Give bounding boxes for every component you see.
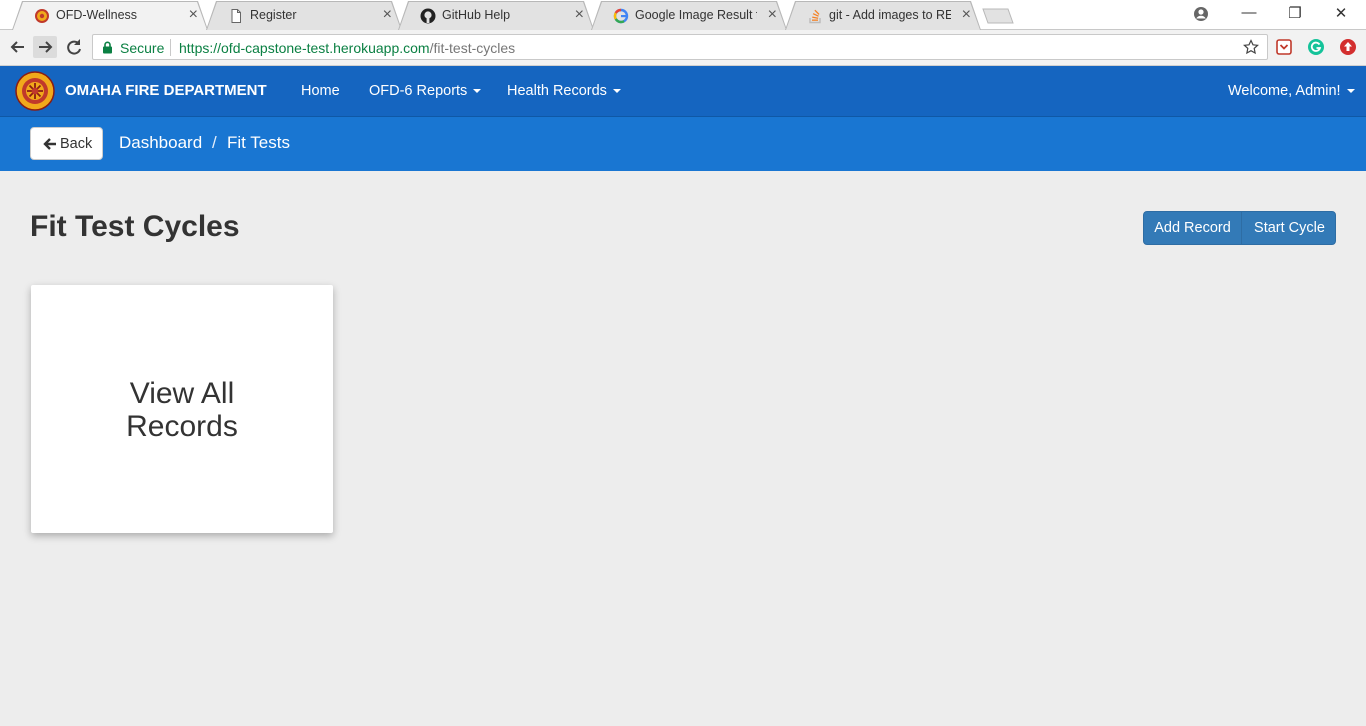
browser-tab-stackoverflow[interactable]: git - Add images to READ ×: [785, 1, 981, 30]
card-label-line1: View All: [129, 377, 235, 410]
window-restore-button[interactable]: ❐: [1283, 4, 1307, 24]
new-tab-button[interactable]: [982, 8, 1014, 24]
nav-health-label: Health Records: [507, 83, 607, 99]
tab-title: GitHub Help: [442, 8, 511, 22]
breadcrumb-fit-tests: Fit Tests: [227, 133, 290, 152]
github-icon: [420, 8, 436, 24]
reload-icon[interactable]: [62, 36, 86, 58]
address-divider: [170, 39, 171, 56]
pocket-extension-icon[interactable]: [1275, 38, 1293, 56]
card-label: View All Records: [31, 377, 333, 443]
tab-close-icon[interactable]: ×: [768, 6, 777, 24]
view-all-records-card[interactable]: View All Records: [31, 285, 333, 533]
stackoverflow-icon: [809, 9, 821, 24]
user-menu-label: Welcome, Admin!: [1228, 83, 1341, 99]
url-host: https://ofd-capstone-test.herokuapp.com: [179, 40, 430, 56]
bookmark-star-icon[interactable]: [1243, 39, 1259, 55]
browser-tab-google-image[interactable]: Google Image Result for ×: [591, 1, 787, 30]
caret-down-icon: [473, 89, 482, 94]
tab-close-icon[interactable]: ×: [575, 6, 584, 24]
user-menu-dropdown[interactable]: Welcome, Admin!: [1228, 83, 1355, 99]
breadcrumb-separator: /: [212, 133, 217, 152]
forward-arrow-icon[interactable]: [33, 36, 57, 58]
tab-title: Register: [250, 8, 297, 22]
card-label-line2: Records: [126, 410, 238, 443]
nav-reports-label: OFD-6 Reports: [369, 83, 468, 99]
app-navbar: OMAHA FIRE DEPARTMENT Home OFD-6 Reports…: [0, 66, 1366, 117]
url-path: /fit-test-cycles: [429, 40, 516, 56]
breadcrumb-dashboard[interactable]: Dashboard: [119, 133, 202, 153]
tab-close-icon[interactable]: ×: [383, 6, 392, 24]
add-record-button[interactable]: Add Record: [1144, 212, 1242, 244]
tab-close-icon[interactable]: ×: [189, 6, 198, 24]
secure-label: Secure: [120, 40, 165, 56]
url-text: https://ofd-capstone-test.herokuapp.com/…: [179, 40, 515, 56]
browser-tab-github-help[interactable]: GitHub Help ×: [398, 1, 594, 30]
browser-tab-ofd-wellness[interactable]: OFD-Wellness ×: [12, 1, 208, 30]
browser-tab-register[interactable]: Register ×: [206, 1, 402, 30]
back-arrow-icon[interactable]: [6, 36, 30, 58]
tab-close-icon[interactable]: ×: [962, 6, 971, 24]
ofd-logo-icon[interactable]: [15, 71, 55, 111]
arrow-left-icon: [43, 138, 56, 150]
upload-extension-icon[interactable]: [1339, 38, 1357, 56]
window-minimize-button[interactable]: —: [1237, 4, 1261, 24]
caret-down-icon: [1346, 89, 1355, 94]
grammarly-extension-icon[interactable]: [1307, 38, 1325, 56]
browser-toolbar: Secure https://ofd-capstone-test.herokua…: [0, 30, 1366, 66]
window-close-button[interactable]: ✕: [1329, 4, 1353, 24]
brand-title[interactable]: OMAHA FIRE DEPARTMENT: [65, 82, 267, 99]
back-button[interactable]: Back: [30, 127, 103, 160]
google-icon: [613, 8, 629, 24]
caret-down-icon: [612, 89, 621, 94]
tab-title: git - Add images to READ: [829, 8, 951, 22]
tab-title: OFD-Wellness: [56, 8, 138, 22]
page-title: Fit Test Cycles: [30, 210, 240, 243]
address-bar[interactable]: Secure https://ofd-capstone-test.herokua…: [92, 34, 1268, 60]
action-button-group: Add Record Start Cycle: [1143, 211, 1336, 245]
breadcrumb-bar: Back Dashboard / Fit Tests: [0, 117, 1366, 171]
document-icon: [231, 9, 241, 23]
tab-title: Google Image Result for: [635, 8, 757, 22]
ofd-badge-icon: [35, 9, 49, 23]
nav-home-link[interactable]: Home: [301, 83, 340, 99]
back-button-label: Back: [60, 136, 93, 152]
nav-health-records-dropdown[interactable]: Health Records: [507, 83, 621, 99]
profile-icon[interactable]: [1193, 6, 1209, 22]
browser-tabstrip: OFD-Wellness × Register × GitHub Help × …: [0, 0, 1366, 30]
nav-reports-dropdown[interactable]: OFD-6 Reports: [369, 83, 482, 99]
lock-icon: [103, 41, 112, 54]
start-cycle-button[interactable]: Start Cycle: [1243, 212, 1335, 244]
